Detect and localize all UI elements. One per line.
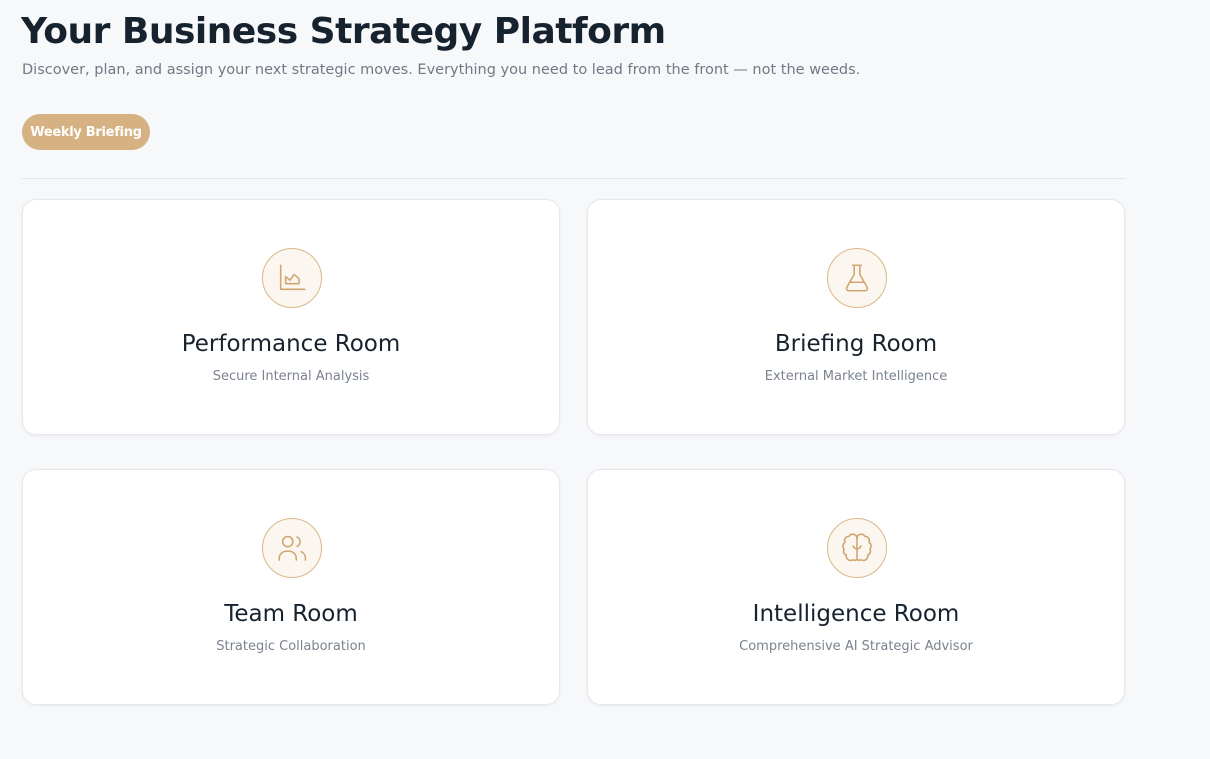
page-subtitle: Discover, plan, and assign your next str… — [22, 62, 861, 78]
team-room-card[interactable]: Team Room Strategic Collaboration — [22, 469, 560, 705]
performance-room-card[interactable]: Performance Room Secure Internal Analysi… — [22, 199, 560, 435]
card-title: Team Room — [224, 601, 358, 627]
section-divider — [22, 178, 1126, 179]
brain-icon — [827, 518, 887, 578]
page-title: Your Business Strategy Platform — [21, 11, 666, 52]
area-chart-icon — [262, 248, 322, 308]
card-title: Intelligence Room — [752, 601, 960, 627]
card-subtitle: Comprehensive AI Strategic Advisor — [739, 639, 973, 654]
intelligence-room-card[interactable]: Intelligence Room Comprehensive AI Strat… — [587, 469, 1125, 705]
flask-icon — [827, 248, 887, 308]
weekly-briefing-button[interactable]: Weekly Briefing — [22, 114, 150, 150]
page: Your Business Strategy Platform Discover… — [0, 0, 1210, 759]
briefing-room-card[interactable]: Briefing Room External Market Intelligen… — [587, 199, 1125, 435]
card-title: Briefing Room — [774, 331, 938, 357]
card-subtitle: Strategic Collaboration — [216, 639, 366, 654]
card-subtitle: External Market Intelligence — [764, 369, 948, 384]
card-subtitle: Secure Internal Analysis — [212, 369, 370, 384]
users-icon — [262, 518, 322, 578]
card-title: Performance Room — [181, 331, 401, 357]
